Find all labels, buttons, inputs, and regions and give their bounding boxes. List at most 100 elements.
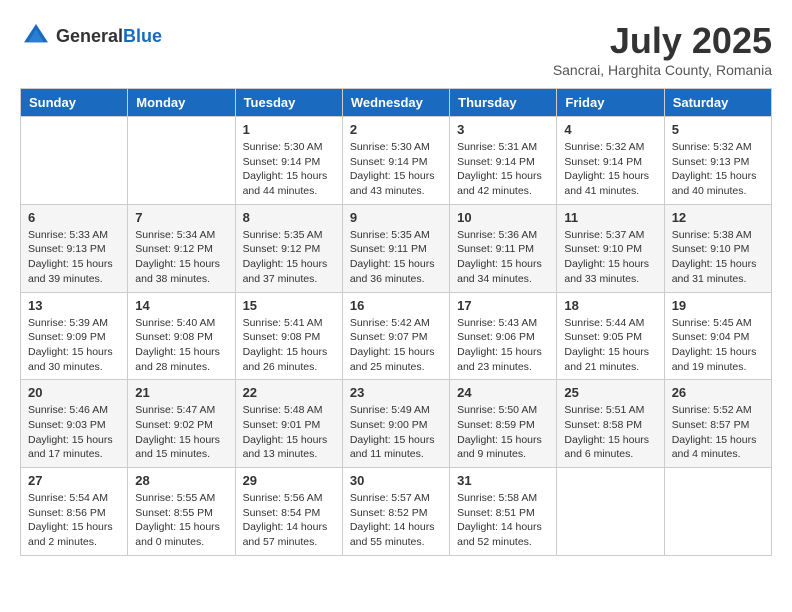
- calendar-cell: 2 Sunrise: 5:30 AM Sunset: 9:14 PM Daylig…: [342, 117, 449, 205]
- weekday-header-row: SundayMondayTuesdayWednesdayThursdayFrid…: [21, 89, 772, 117]
- day-info: Sunrise: 5:32 AM Sunset: 9:13 PM Dayligh…: [672, 140, 764, 199]
- day-number: 9: [350, 210, 442, 225]
- day-info: Sunrise: 5:51 AM Sunset: 8:58 PM Dayligh…: [564, 403, 656, 462]
- calendar-cell: 8 Sunrise: 5:35 AM Sunset: 9:12 PM Daylig…: [235, 204, 342, 292]
- day-info: Sunrise: 5:41 AM Sunset: 9:08 PM Dayligh…: [243, 316, 335, 375]
- weekday-header: Saturday: [664, 89, 771, 117]
- calendar-cell: 10 Sunrise: 5:36 AM Sunset: 9:11 PM Dayli…: [450, 204, 557, 292]
- weekday-header: Friday: [557, 89, 664, 117]
- day-info: Sunrise: 5:58 AM Sunset: 8:51 PM Dayligh…: [457, 491, 549, 550]
- day-info: Sunrise: 5:37 AM Sunset: 9:10 PM Dayligh…: [564, 228, 656, 287]
- day-number: 20: [28, 385, 120, 400]
- day-info: Sunrise: 5:50 AM Sunset: 8:59 PM Dayligh…: [457, 403, 549, 462]
- calendar-cell: 1 Sunrise: 5:30 AM Sunset: 9:14 PM Daylig…: [235, 117, 342, 205]
- day-number: 31: [457, 473, 549, 488]
- weekday-header: Tuesday: [235, 89, 342, 117]
- day-info: Sunrise: 5:30 AM Sunset: 9:14 PM Dayligh…: [350, 140, 442, 199]
- calendar-cell: 31 Sunrise: 5:58 AM Sunset: 8:51 PM Dayli…: [450, 468, 557, 556]
- day-number: 13: [28, 298, 120, 313]
- day-number: 6: [28, 210, 120, 225]
- day-info: Sunrise: 5:44 AM Sunset: 9:05 PM Dayligh…: [564, 316, 656, 375]
- calendar-cell: 17Sunrise: 5:43 AM Sunset: 9:06 PM Dayli…: [450, 292, 557, 380]
- day-number: 27: [28, 473, 120, 488]
- day-number: 28: [135, 473, 227, 488]
- logo-blue: Blue: [123, 26, 162, 46]
- day-info: Sunrise: 5:47 AM Sunset: 9:02 PM Dayligh…: [135, 403, 227, 462]
- weekday-header: Monday: [128, 89, 235, 117]
- calendar-cell: 23 Sunrise: 5:49 AM Sunset: 9:00 PM Dayli…: [342, 380, 449, 468]
- calendar-cell: 25 Sunrise: 5:51 AM Sunset: 8:58 PM Dayli…: [557, 380, 664, 468]
- day-info: Sunrise: 5:40 AM Sunset: 9:08 PM Dayligh…: [135, 316, 227, 375]
- day-number: 25: [564, 385, 656, 400]
- calendar-cell: 26 Sunrise: 5:52 AM Sunset: 8:57 PM Dayli…: [664, 380, 771, 468]
- calendar-week-row: 13 Sunrise: 5:39 AM Sunset: 9:09 PM Dayli…: [21, 292, 772, 380]
- calendar-cell: [664, 468, 771, 556]
- day-number: 16: [350, 298, 442, 313]
- calendar-cell: [21, 117, 128, 205]
- calendar-cell: 11Sunrise: 5:37 AM Sunset: 9:10 PM Dayli…: [557, 204, 664, 292]
- day-info: Sunrise: 5:30 AM Sunset: 9:14 PM Dayligh…: [243, 140, 335, 199]
- calendar-table: SundayMondayTuesdayWednesdayThursdayFrid…: [20, 88, 772, 556]
- day-info: Sunrise: 5:54 AM Sunset: 8:56 PM Dayligh…: [28, 491, 120, 550]
- day-info: Sunrise: 5:31 AM Sunset: 9:14 PM Dayligh…: [457, 140, 549, 199]
- calendar-week-row: 20 Sunrise: 5:46 AM Sunset: 9:03 PM Dayli…: [21, 380, 772, 468]
- calendar-cell: 3 Sunrise: 5:31 AM Sunset: 9:14 PM Daylig…: [450, 117, 557, 205]
- logo: GeneralBlue: [20, 20, 162, 52]
- day-info: Sunrise: 5:49 AM Sunset: 9:00 PM Dayligh…: [350, 403, 442, 462]
- day-number: 12: [672, 210, 764, 225]
- day-info: Sunrise: 5:35 AM Sunset: 9:12 PM Dayligh…: [243, 228, 335, 287]
- calendar-cell: 13 Sunrise: 5:39 AM Sunset: 9:09 PM Dayli…: [21, 292, 128, 380]
- day-info: Sunrise: 5:38 AM Sunset: 9:10 PM Dayligh…: [672, 228, 764, 287]
- calendar-cell: [128, 117, 235, 205]
- calendar-cell: 29 Sunrise: 5:56 AM Sunset: 8:54 PM Dayli…: [235, 468, 342, 556]
- day-number: 7: [135, 210, 227, 225]
- day-info: Sunrise: 5:33 AM Sunset: 9:13 PM Dayligh…: [28, 228, 120, 287]
- calendar-cell: 24 Sunrise: 5:50 AM Sunset: 8:59 PM Dayli…: [450, 380, 557, 468]
- day-number: 22: [243, 385, 335, 400]
- calendar-cell: 22 Sunrise: 5:48 AM Sunset: 9:01 PM Dayli…: [235, 380, 342, 468]
- calendar-cell: 7Sunrise: 5:34 AM Sunset: 9:12 PM Daylig…: [128, 204, 235, 292]
- day-number: 5: [672, 122, 764, 137]
- subtitle: Sancrai, Harghita County, Romania: [553, 62, 772, 78]
- page-header: GeneralBlue July 2025 Sancrai, Harghita …: [20, 20, 772, 78]
- day-number: 24: [457, 385, 549, 400]
- calendar-cell: 15 Sunrise: 5:41 AM Sunset: 9:08 PM Dayli…: [235, 292, 342, 380]
- calendar-week-row: 6 Sunrise: 5:33 AM Sunset: 9:13 PM Daylig…: [21, 204, 772, 292]
- day-info: Sunrise: 5:52 AM Sunset: 8:57 PM Dayligh…: [672, 403, 764, 462]
- logo-text: GeneralBlue: [56, 26, 162, 47]
- day-number: 21: [135, 385, 227, 400]
- day-number: 10: [457, 210, 549, 225]
- day-info: Sunrise: 5:45 AM Sunset: 9:04 PM Dayligh…: [672, 316, 764, 375]
- calendar-cell: 12 Sunrise: 5:38 AM Sunset: 9:10 PM Dayli…: [664, 204, 771, 292]
- calendar-cell: 21 Sunrise: 5:47 AM Sunset: 9:02 PM Dayli…: [128, 380, 235, 468]
- day-number: 8: [243, 210, 335, 225]
- day-info: Sunrise: 5:39 AM Sunset: 9:09 PM Dayligh…: [28, 316, 120, 375]
- day-number: 29: [243, 473, 335, 488]
- calendar-cell: 9 Sunrise: 5:35 AM Sunset: 9:11 PM Daylig…: [342, 204, 449, 292]
- day-number: 26: [672, 385, 764, 400]
- calendar-cell: 20 Sunrise: 5:46 AM Sunset: 9:03 PM Dayli…: [21, 380, 128, 468]
- day-info: Sunrise: 5:48 AM Sunset: 9:01 PM Dayligh…: [243, 403, 335, 462]
- day-number: 2: [350, 122, 442, 137]
- calendar-cell: 4Sunrise: 5:32 AM Sunset: 9:14 PM Daylig…: [557, 117, 664, 205]
- logo-general: General: [56, 26, 123, 46]
- day-info: Sunrise: 5:55 AM Sunset: 8:55 PM Dayligh…: [135, 491, 227, 550]
- weekday-header: Thursday: [450, 89, 557, 117]
- day-info: Sunrise: 5:46 AM Sunset: 9:03 PM Dayligh…: [28, 403, 120, 462]
- calendar-week-row: 1 Sunrise: 5:30 AM Sunset: 9:14 PM Daylig…: [21, 117, 772, 205]
- calendar-cell: [557, 468, 664, 556]
- day-number: 14: [135, 298, 227, 313]
- day-info: Sunrise: 5:42 AM Sunset: 9:07 PM Dayligh…: [350, 316, 442, 375]
- day-info: Sunrise: 5:35 AM Sunset: 9:11 PM Dayligh…: [350, 228, 442, 287]
- day-number: 23: [350, 385, 442, 400]
- day-number: 3: [457, 122, 549, 137]
- calendar-cell: 27 Sunrise: 5:54 AM Sunset: 8:56 PM Dayli…: [21, 468, 128, 556]
- weekday-header: Wednesday: [342, 89, 449, 117]
- calendar-cell: 5 Sunrise: 5:32 AM Sunset: 9:13 PM Daylig…: [664, 117, 771, 205]
- day-number: 15: [243, 298, 335, 313]
- day-info: Sunrise: 5:56 AM Sunset: 8:54 PM Dayligh…: [243, 491, 335, 550]
- calendar-cell: 6 Sunrise: 5:33 AM Sunset: 9:13 PM Daylig…: [21, 204, 128, 292]
- day-number: 1: [243, 122, 335, 137]
- month-title: July 2025: [553, 20, 772, 62]
- day-info: Sunrise: 5:36 AM Sunset: 9:11 PM Dayligh…: [457, 228, 549, 287]
